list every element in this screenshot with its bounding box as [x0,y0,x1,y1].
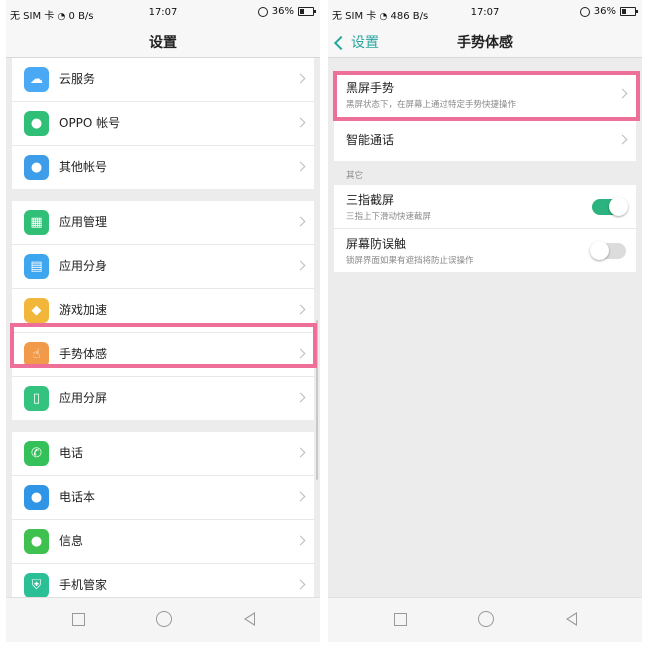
settings-list: ☁ 云服务 ● OPPO 帐号 ● 其他帐号 ▦ 应用管理 ▤ 应用分身 ◆ 游戏加速 ☝ 手势体感 ▯ 应用… [6,58,320,607]
chevron-right-icon [295,348,306,359]
battery-percent: 36% [271,6,294,17]
three-finger-screenshot-toggle[interactable] [592,197,628,216]
chevron-right-icon [295,392,306,403]
gamepad-icon: ◆ [24,298,49,323]
settings-item-label: OPPO 帐号 [59,116,121,130]
item-subtitle: 黑屏状态下，在屏幕上通过特定手势快捷操作 [346,100,517,110]
settings-item-label: 电话本 [59,490,96,504]
chevron-right-icon [295,579,306,590]
settings-item-label: 应用管理 [59,215,108,229]
chevron-right-icon [295,535,306,546]
accidental-touch-item: 屏幕防误触 锁屏界面如果有遮挡将防止误操作 [334,229,636,272]
other-group: 三指截屏 三指上下滑动快速截屏 屏幕防误触 锁屏界面如果有遮挡将防止误操作 [334,185,636,272]
home-icon[interactable] [156,611,172,627]
navigation-bar [328,597,642,642]
navigation-bar [6,597,320,642]
smart-call-item[interactable]: 智能通话 [334,118,636,161]
page-title: 设置 [149,35,177,51]
black-screen-gesture-item[interactable]: 黑屏手势 黑屏状态下，在屏幕上通过特定手势快捷操作 [334,71,636,118]
chevron-right-icon [295,161,306,172]
status-bar: 无 SIM 卡 ◔ 486 B/s 17:07 36% [328,0,642,26]
alarm-icon [257,6,268,17]
settings-item[interactable]: ● OPPO 帐号 [12,102,314,146]
item-subtitle: 锁屏界面如果有遮挡将防止误操作 [346,256,474,266]
settings-item-label: 游戏加速 [59,303,108,317]
item-title: 屏幕防误触 [346,237,407,251]
chevron-right-icon [295,491,306,502]
app-clone-icon: ▤ [24,254,49,279]
settings-item-label: 信息 [59,534,84,548]
settings-item-label: 应用分屏 [59,391,108,405]
alarm-icon [579,6,590,17]
battery-percent: 36% [593,6,616,17]
settings-item[interactable]: ☝ 手势体感 [12,333,314,377]
settings-item-label: 应用分身 [59,259,108,273]
battery-icon [298,7,316,16]
recent-apps-icon[interactable] [394,613,407,626]
settings-item[interactable]: ▦ 应用管理 [12,201,314,245]
settings-item[interactable]: ● 其他帐号 [12,146,314,189]
gesture-group: 黑屏手势 黑屏状态下，在屏幕上通过特定手势快捷操作 智能通话 [334,71,636,161]
phone-manager-icon: ⛨ [24,573,49,598]
section-label: 其它 [346,171,364,181]
chevron-right-icon [295,447,306,458]
settings-item[interactable]: ▯ 应用分屏 [12,377,314,420]
contacts-icon: ● [24,485,49,510]
status-bar: 无 SIM 卡 ◔ 0 B/s 17:07 36% [6,0,320,26]
gesture-settings-screen: 无 SIM 卡 ◔ 486 B/s 17:07 36% 设置 手势体感 黑屏手势… [328,0,642,642]
scrollbar[interactable] [316,320,318,480]
battery-icon [620,7,638,16]
item-title: 三指截屏 [346,193,395,207]
three-finger-screenshot-item: 三指截屏 三指上下滑动快速截屏 [334,185,636,229]
user-icon: ● [24,111,49,136]
settings-group: ✆ 电话 ● 电话本 ● 信息 ⛨ 手机管家 [12,432,314,607]
settings-item[interactable]: ● 信息 [12,520,314,564]
settings-group: ▦ 应用管理 ▤ 应用分身 ◆ 游戏加速 ☝ 手势体感 ▯ 应用分屏 [12,201,314,420]
settings-item-label: 云服务 [59,72,96,86]
chevron-right-icon [295,117,306,128]
recent-apps-icon[interactable] [72,613,85,626]
chevron-right-icon [295,73,306,84]
item-subtitle: 三指上下滑动快速截屏 [346,212,432,222]
settings-item[interactable]: ▤ 应用分身 [12,245,314,289]
split-screen-icon: ▯ [24,386,49,411]
item-title: 黑屏手势 [346,81,395,95]
settings-item-label: 电话 [59,446,84,460]
back-icon[interactable] [244,612,255,626]
account-icon: ● [24,155,49,180]
chevron-right-icon [295,304,306,315]
cloud-icon: ☁ [24,67,49,92]
settings-item-label: 手机管家 [59,578,108,592]
settings-item-label: 手势体感 [59,347,108,361]
chevron-right-icon [617,134,628,145]
toggle-knob [590,241,609,260]
chevron-right-icon [295,260,306,271]
chevron-right-icon [617,88,628,99]
settings-item[interactable]: ● 电话本 [12,476,314,520]
back-icon[interactable] [566,612,577,626]
page-title: 手势体感 [457,35,513,51]
title-bar: 设置 [6,26,320,58]
chevron-right-icon [295,216,306,227]
phone-icon: ✆ [24,441,49,466]
settings-screen: 无 SIM 卡 ◔ 0 B/s 17:07 36% 设置 ☁ 云服务 ● OPPO 帐… [6,0,320,642]
settings-group: ☁ 云服务 ● OPPO 帐号 ● 其他帐号 [12,58,314,189]
settings-item[interactable]: ◆ 游戏加速 [12,289,314,333]
settings-item[interactable]: ✆ 电话 [12,432,314,476]
gesture-icon: ☝ [24,342,49,367]
apps-icon: ▦ [24,210,49,235]
accidental-touch-toggle[interactable] [590,241,626,260]
title-bar: 设置 手势体感 [328,26,642,58]
item-title: 智能通话 [346,133,395,147]
message-icon: ● [24,529,49,554]
toggle-knob [609,197,628,216]
home-icon[interactable] [478,611,494,627]
settings-item[interactable]: ☁ 云服务 [12,58,314,102]
settings-item-label: 其他帐号 [59,160,108,174]
